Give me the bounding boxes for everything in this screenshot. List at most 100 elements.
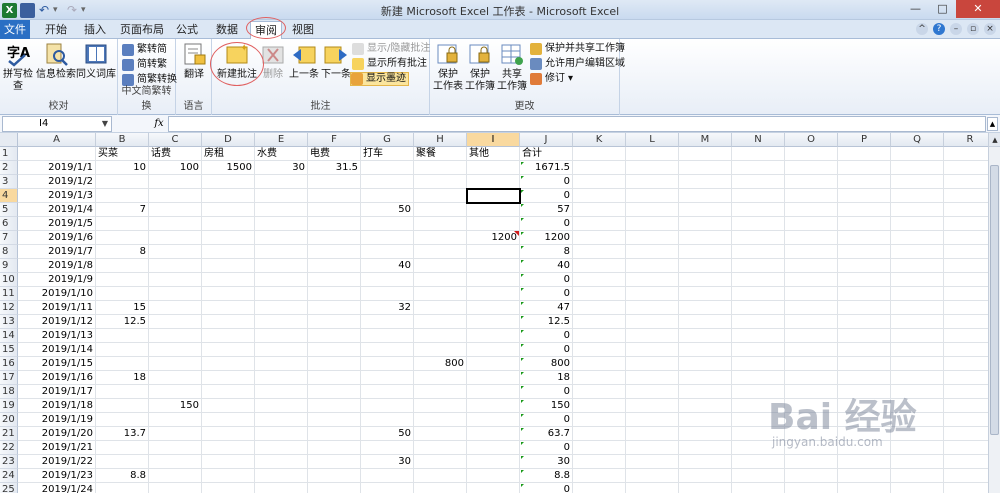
- cell-n6[interactable]: [732, 217, 785, 231]
- cell-i1[interactable]: 其他: [467, 147, 520, 161]
- cell-g15[interactable]: [361, 343, 414, 357]
- cell-f24[interactable]: [308, 469, 361, 483]
- cell-m7[interactable]: [679, 231, 732, 245]
- cell-d12[interactable]: [202, 301, 255, 315]
- cell-j21[interactable]: 63.7: [520, 427, 573, 441]
- cell-k17[interactable]: [573, 371, 626, 385]
- row-header[interactable]: 10: [0, 273, 18, 287]
- research-button[interactable]: 信息检索: [36, 41, 76, 81]
- cell-g10[interactable]: [361, 273, 414, 287]
- cell-h23[interactable]: [414, 455, 467, 469]
- cell-d22[interactable]: [202, 441, 255, 455]
- cell-j5[interactable]: 57: [520, 203, 573, 217]
- cell-h1[interactable]: 聚餐: [414, 147, 467, 161]
- cell-o25[interactable]: [785, 483, 838, 493]
- cell-j8[interactable]: 8: [520, 245, 573, 259]
- cell-k9[interactable]: [573, 259, 626, 273]
- cell-l15[interactable]: [626, 343, 679, 357]
- show-ink-button[interactable]: 显示墨迹: [350, 72, 409, 86]
- cell-c19[interactable]: 150: [149, 399, 202, 413]
- cell-f11[interactable]: [308, 287, 361, 301]
- cell-d11[interactable]: [202, 287, 255, 301]
- cell-h18[interactable]: [414, 385, 467, 399]
- column-header-f[interactable]: F: [308, 133, 361, 147]
- cell-k8[interactable]: [573, 245, 626, 259]
- cell-k1[interactable]: [573, 147, 626, 161]
- column-header-j[interactable]: J: [520, 133, 573, 147]
- cell-i7[interactable]: 1200: [467, 231, 520, 245]
- cell-j15[interactable]: 0: [520, 343, 573, 357]
- cell-p13[interactable]: [838, 315, 891, 329]
- cell-b19[interactable]: [96, 399, 149, 413]
- cell-p6[interactable]: [838, 217, 891, 231]
- cell-d19[interactable]: [202, 399, 255, 413]
- cell-d8[interactable]: [202, 245, 255, 259]
- cell-q12[interactable]: [891, 301, 944, 315]
- cell-h20[interactable]: [414, 413, 467, 427]
- cell-i15[interactable]: [467, 343, 520, 357]
- close-button[interactable]: ✕: [956, 0, 1000, 18]
- cell-p1[interactable]: [838, 147, 891, 161]
- cell-r15[interactable]: [944, 343, 988, 357]
- cell-m24[interactable]: [679, 469, 732, 483]
- cell-b17[interactable]: 18: [96, 371, 149, 385]
- cell-n4[interactable]: [732, 189, 785, 203]
- cell-h6[interactable]: [414, 217, 467, 231]
- cell-l10[interactable]: [626, 273, 679, 287]
- cell-l16[interactable]: [626, 357, 679, 371]
- cell-o4[interactable]: [785, 189, 838, 203]
- cell-g11[interactable]: [361, 287, 414, 301]
- cell-f25[interactable]: [308, 483, 361, 493]
- cell-i5[interactable]: [467, 203, 520, 217]
- cell-i8[interactable]: [467, 245, 520, 259]
- cell-g9[interactable]: 40: [361, 259, 414, 273]
- cell-r13[interactable]: [944, 315, 988, 329]
- cell-e4[interactable]: [255, 189, 308, 203]
- cell-o10[interactable]: [785, 273, 838, 287]
- cell-j12[interactable]: 47: [520, 301, 573, 315]
- cell-q16[interactable]: [891, 357, 944, 371]
- cell-m9[interactable]: [679, 259, 732, 273]
- row-header[interactable]: 2: [0, 161, 18, 175]
- cell-h10[interactable]: [414, 273, 467, 287]
- cell-a17[interactable]: 2019/1/16: [18, 371, 96, 385]
- cell-r25[interactable]: [944, 483, 988, 493]
- cell-d21[interactable]: [202, 427, 255, 441]
- cell-r2[interactable]: [944, 161, 988, 175]
- cell-i6[interactable]: [467, 217, 520, 231]
- cell-h15[interactable]: [414, 343, 467, 357]
- cell-f18[interactable]: [308, 385, 361, 399]
- cell-n14[interactable]: [732, 329, 785, 343]
- tab-file[interactable]: 文件: [0, 20, 30, 39]
- cell-l11[interactable]: [626, 287, 679, 301]
- column-header-e[interactable]: E: [255, 133, 308, 147]
- column-header-n[interactable]: N: [732, 133, 785, 147]
- maximize-button[interactable]: □: [929, 0, 956, 18]
- cell-m15[interactable]: [679, 343, 732, 357]
- cell-o24[interactable]: [785, 469, 838, 483]
- protect-workbook-button[interactable]: 保护 工作簿: [464, 41, 496, 93]
- help-icon[interactable]: ?: [933, 23, 945, 35]
- cell-n12[interactable]: [732, 301, 785, 315]
- cell-m14[interactable]: [679, 329, 732, 343]
- cell-l8[interactable]: [626, 245, 679, 259]
- cell-f3[interactable]: [308, 175, 361, 189]
- cell-l3[interactable]: [626, 175, 679, 189]
- cell-p24[interactable]: [838, 469, 891, 483]
- cell-a21[interactable]: 2019/1/20: [18, 427, 96, 441]
- cell-k19[interactable]: [573, 399, 626, 413]
- cell-m5[interactable]: [679, 203, 732, 217]
- cell-h16[interactable]: 800: [414, 357, 467, 371]
- row-header[interactable]: 24: [0, 469, 18, 483]
- row-header[interactable]: 20: [0, 413, 18, 427]
- cell-f14[interactable]: [308, 329, 361, 343]
- cell-k23[interactable]: [573, 455, 626, 469]
- cell-a18[interactable]: 2019/1/17: [18, 385, 96, 399]
- row-header[interactable]: 9: [0, 259, 18, 273]
- row-header[interactable]: 1: [0, 147, 18, 161]
- cell-g5[interactable]: 50: [361, 203, 414, 217]
- cell-n24[interactable]: [732, 469, 785, 483]
- cell-c10[interactable]: [149, 273, 202, 287]
- column-header-a[interactable]: A: [18, 133, 96, 147]
- cell-k22[interactable]: [573, 441, 626, 455]
